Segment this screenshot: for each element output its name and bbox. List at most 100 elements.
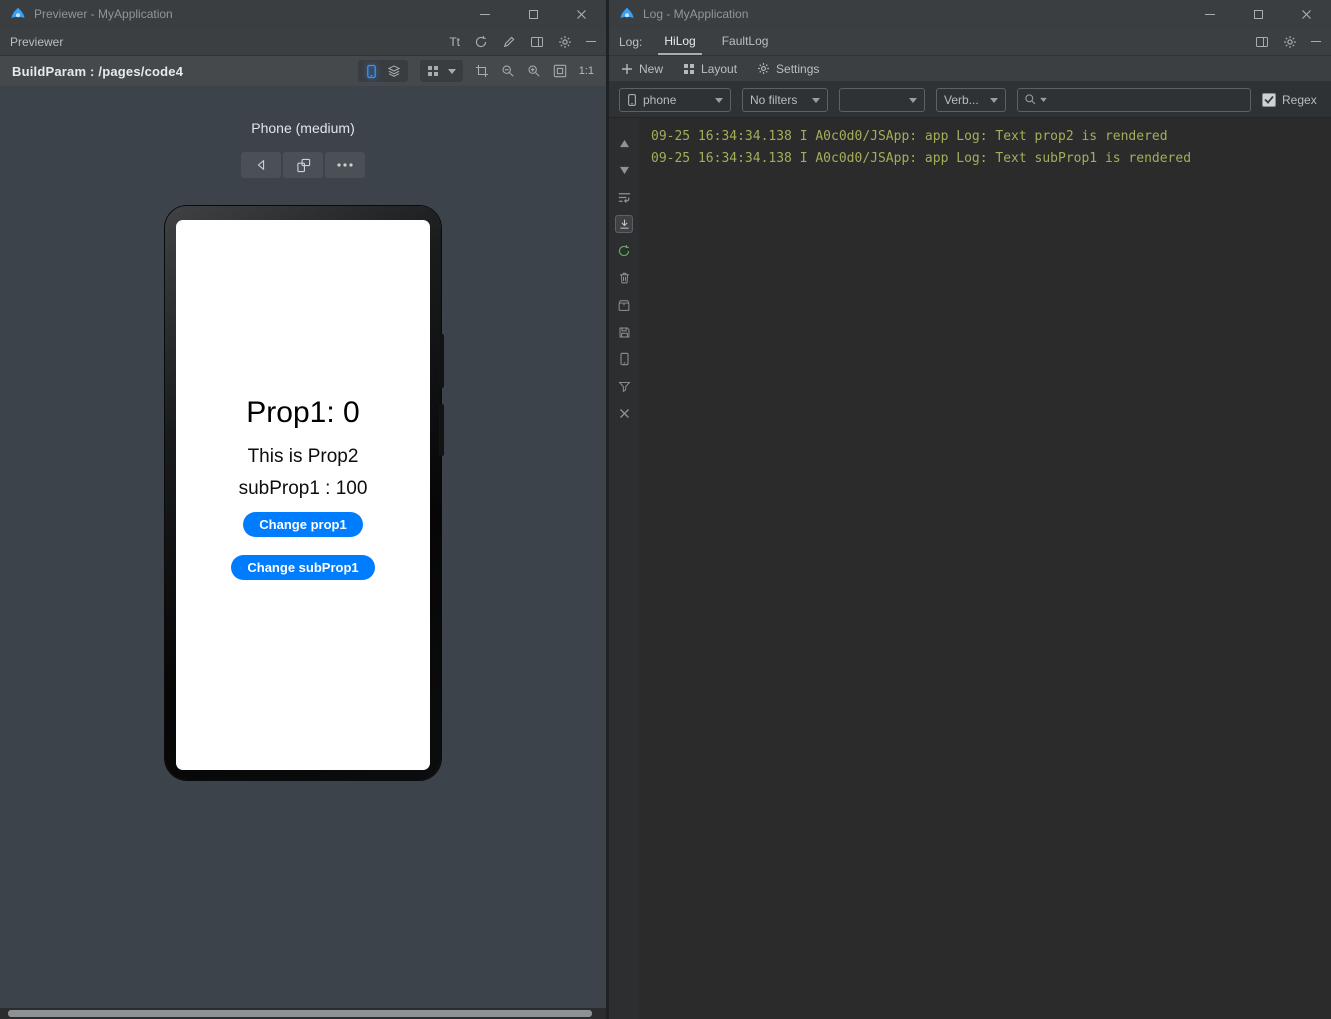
back-button[interactable] [241, 152, 281, 178]
log-body: 09-25 16:34:34.138 I A0c0d0/JSApp: app L… [609, 118, 1331, 1019]
zoom-out-icon[interactable] [501, 64, 515, 78]
device-label: Phone (medium) [251, 120, 355, 136]
log-line: 09-25 16:34:34.138 I A0c0d0/JSApp: app L… [651, 148, 1319, 170]
tab-faultlog[interactable]: FaultLog [716, 28, 775, 55]
subprop1-text: subProp1 : 100 [239, 478, 368, 500]
layout-button[interactable]: Layout [683, 62, 737, 76]
plus-icon [621, 63, 633, 75]
log-output[interactable]: 09-25 16:34:34.138 I A0c0d0/JSApp: app L… [639, 118, 1331, 1019]
filter-select-value: No filters [750, 93, 797, 107]
settings-gear-icon[interactable] [1283, 35, 1297, 49]
more-icon [337, 163, 353, 167]
scroll-up-icon[interactable] [615, 134, 633, 152]
log-toolbar: New Layout Settings [609, 56, 1331, 82]
prop2-text: This is Prop2 [248, 446, 359, 468]
soft-wrap-icon[interactable] [615, 188, 633, 206]
panel-layout-icon[interactable] [530, 35, 544, 49]
log-level-value: Verb... [944, 93, 979, 107]
previewer-window-controls [470, 0, 596, 28]
zoom-level-button[interactable]: 1:1 [579, 65, 594, 77]
search-icon [1024, 93, 1037, 106]
process-select[interactable] [839, 88, 925, 112]
log-close-button[interactable] [1291, 0, 1321, 28]
chevron-down-icon [909, 97, 917, 103]
previewer-close-button[interactable] [566, 0, 596, 28]
more-options-button[interactable] [325, 152, 365, 178]
build-toolbar: 1:1 [358, 60, 594, 82]
scroll-to-end-icon[interactable] [615, 215, 633, 233]
regex-toggle[interactable]: Regex [1262, 93, 1317, 107]
previewer-minimize-button[interactable] [470, 0, 500, 28]
log-label: Log: [619, 35, 642, 49]
device-select[interactable]: phone [619, 88, 731, 112]
deveco-logo-icon [619, 6, 635, 22]
tab-hilog[interactable]: HiLog [658, 28, 701, 55]
log-search-input[interactable] [1050, 93, 1244, 107]
scroll-down-icon[interactable] [615, 161, 633, 179]
previewer-titlebar: Previewer - MyApplication [0, 0, 606, 28]
panel-layout-icon[interactable] [1255, 35, 1269, 49]
log-panel-tools [1255, 35, 1321, 49]
device-select-value: phone [643, 93, 676, 107]
filter-select[interactable]: No filters [742, 88, 828, 112]
previewer-window: Previewer - MyApplication Previewer Tt [0, 0, 606, 1019]
log-window: Log - MyApplication Log: HiLog FaultLog … [606, 0, 1331, 1019]
grid-icon [427, 65, 439, 77]
power-button [439, 404, 444, 456]
scrollbar-thumb[interactable] [8, 1010, 592, 1017]
build-param-label: BuildParam : /pages/code4 [12, 64, 183, 79]
settings-gear-icon[interactable] [558, 35, 572, 49]
change-prop1-button[interactable]: Change prop1 [243, 512, 362, 537]
prop1-text: Prop1: 0 [246, 396, 359, 430]
log-titlebar: Log - MyApplication [609, 0, 1331, 28]
close-icon [1301, 9, 1312, 20]
fit-to-screen-icon[interactable] [553, 64, 567, 78]
layers-icon[interactable] [387, 64, 401, 78]
preview-canvas: Phone (medium) Prop1: 0 This is Prop2 su… [0, 86, 606, 1008]
volume-button [439, 334, 444, 388]
regex-checkbox[interactable] [1262, 93, 1276, 107]
rotate-icon [296, 158, 311, 173]
rotate-button[interactable] [283, 152, 323, 178]
hide-panel-button[interactable] [586, 41, 596, 42]
clear-log-icon[interactable] [615, 269, 633, 287]
log-window-controls [1195, 0, 1321, 28]
save-log-icon[interactable] [615, 323, 633, 341]
log-line: 09-25 16:34:34.138 I A0c0d0/JSApp: app L… [651, 126, 1319, 148]
device-preview-icon[interactable] [365, 64, 378, 79]
log-window-title: Log - MyApplication [643, 7, 748, 21]
phone-icon [627, 93, 637, 107]
archive-log-icon[interactable] [615, 296, 633, 314]
hide-panel-button[interactable] [1311, 41, 1321, 42]
device-mode-switch [358, 60, 408, 82]
new-session-button[interactable]: New [621, 62, 663, 76]
multi-device-dropdown[interactable] [420, 60, 463, 82]
maximize-icon [529, 10, 538, 19]
grid-icon [683, 63, 695, 75]
filter-icon[interactable] [615, 377, 633, 395]
regex-label: Regex [1282, 93, 1317, 107]
log-level-select[interactable]: Verb... [936, 88, 1006, 112]
horizontal-scrollbar[interactable] [0, 1008, 606, 1019]
change-subprop1-button[interactable]: Change subProp1 [231, 555, 374, 580]
settings-button[interactable]: Settings [757, 62, 819, 76]
log-maximize-button[interactable] [1243, 0, 1273, 28]
refresh-preview-icon[interactable] [474, 35, 488, 49]
gear-icon [757, 62, 770, 75]
close-icon [576, 9, 587, 20]
zoom-in-icon[interactable] [527, 64, 541, 78]
settings-label: Settings [776, 62, 819, 76]
previewer-panel-title: Previewer [10, 35, 63, 49]
previewer-panel-tools: Tt [449, 35, 596, 49]
previewer-maximize-button[interactable] [518, 0, 548, 28]
log-minimize-button[interactable] [1195, 0, 1225, 28]
close-panel-icon[interactable] [615, 404, 633, 422]
search-history-chevron-icon [1040, 97, 1047, 102]
font-size-tool[interactable]: Tt [449, 35, 460, 49]
maximize-icon [1254, 10, 1263, 19]
device-log-icon[interactable] [615, 350, 633, 368]
crop-frame-icon[interactable] [475, 64, 489, 78]
restart-session-icon[interactable] [615, 242, 633, 260]
new-label: New [639, 62, 663, 76]
inspector-tool-icon[interactable] [502, 35, 516, 49]
